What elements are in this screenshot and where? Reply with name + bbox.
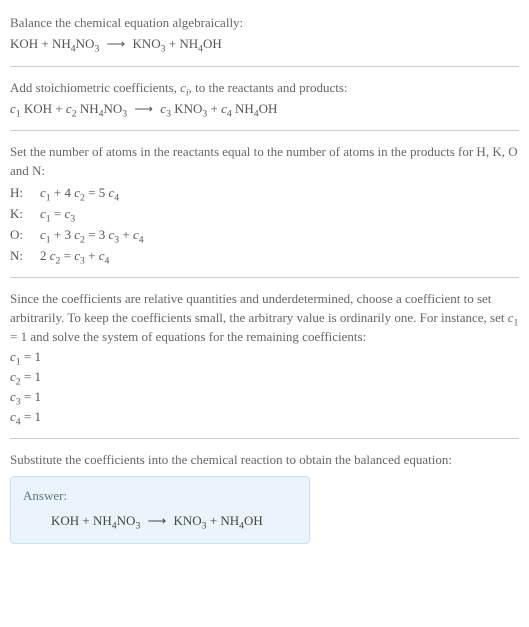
atom-label-n: N: xyxy=(10,247,34,266)
plus-2: + xyxy=(166,36,180,51)
plus-1: + xyxy=(38,36,52,51)
coef-c1: c1 = 1 xyxy=(10,347,519,367)
section-atom-equations: Set the number of atoms in the reactants… xyxy=(10,137,519,271)
atom-equations-grid: H: c1 + 4 c2 = 5 c4 K: c1 = c3 O: c1 + 3… xyxy=(10,181,519,265)
balanced-equation: KOH + NH4NO3 ⟶ KNO3 + NH4OH xyxy=(23,510,297,531)
section-balance-intro: Balance the chemical equation algebraica… xyxy=(10,8,519,60)
divider xyxy=(10,277,519,278)
atom-eq-o: c1 + 3 c2 = 3 c3 + c4 xyxy=(40,226,519,245)
coefficient-equation: c1 KOH + c2 NH4NO3 ⟶ c3 KNO3 + c4 NH4OH xyxy=(10,98,519,119)
atom-eq-k: c1 = c3 xyxy=(40,205,519,224)
reaction-arrow-icon: ⟶ xyxy=(103,36,130,51)
substitute-intro: Substitute the coefficients into the che… xyxy=(10,451,519,470)
coef-c2: c2 = 1 xyxy=(10,367,519,387)
atom-eq-h: c1 + 4 c2 = 5 c4 xyxy=(40,184,519,203)
reaction-arrow-icon: ⟶ xyxy=(144,513,171,528)
reactant-nh4no3: NH4NO3 xyxy=(52,36,99,51)
reactant-koh: KOH xyxy=(10,36,38,51)
product-kno3: KNO3 xyxy=(132,36,165,51)
reaction-arrow-icon: ⟶ xyxy=(130,101,157,116)
answer-box: Answer: KOH + NH4NO3 ⟶ KNO3 + NH4OH xyxy=(10,476,310,544)
atom-label-k: K: xyxy=(10,205,34,224)
section-answer: Substitute the coefficients into the che… xyxy=(10,445,519,550)
solve-intro: Since the coefficients are relative quan… xyxy=(10,290,519,347)
divider xyxy=(10,438,519,439)
atom-eq-n: 2 c2 = c3 + c4 xyxy=(40,247,519,266)
add-coefficients-text: Add stoichiometric coefficients, ci, to … xyxy=(10,79,519,98)
unbalanced-equation: KOH + NH4NO3 ⟶ KNO3 + NH4OH xyxy=(10,33,519,54)
balance-intro-text: Balance the chemical equation algebraica… xyxy=(10,14,519,33)
atom-label-h: H: xyxy=(10,184,34,203)
answer-label: Answer: xyxy=(23,487,297,510)
atom-equations-intro: Set the number of atoms in the reactants… xyxy=(10,143,519,181)
coefficient-values: c1 = 1 c2 = 1 c3 = 1 c4 = 1 xyxy=(10,347,519,426)
section-add-coefficients: Add stoichiometric coefficients, ci, to … xyxy=(10,73,519,125)
coef-c3: c3 = 1 xyxy=(10,387,519,407)
divider xyxy=(10,130,519,131)
product-nh4oh: NH4OH xyxy=(179,36,221,51)
section-solve: Since the coefficients are relative quan… xyxy=(10,284,519,432)
atom-label-o: O: xyxy=(10,226,34,245)
divider xyxy=(10,66,519,67)
coef-c4: c4 = 1 xyxy=(10,407,519,427)
